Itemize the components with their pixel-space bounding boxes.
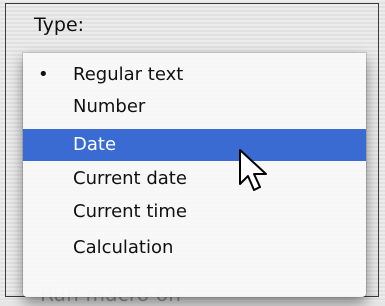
menu-item-label: Calculation bbox=[73, 237, 174, 258]
dialog-panel: Type: Run macro on • Regular text Number… bbox=[0, 0, 385, 306]
menu-item-label: Current date bbox=[73, 168, 187, 189]
menu-item-number[interactable]: Number bbox=[23, 91, 366, 123]
arrow-cursor-icon bbox=[239, 149, 267, 191]
menu-item-current-time[interactable]: Current time bbox=[23, 196, 366, 228]
menu-item-current-date[interactable]: Current date bbox=[23, 163, 366, 195]
menu-item-regular-text[interactable]: • Regular text bbox=[23, 59, 366, 91]
menu-item-calculation[interactable]: Calculation bbox=[23, 232, 366, 264]
menu-item-label: Current time bbox=[73, 201, 187, 222]
menu-item-date[interactable]: Date bbox=[23, 129, 366, 161]
type-popup-menu: • Regular text Number Date Current date … bbox=[23, 53, 366, 297]
checkmark-bullet-icon: • bbox=[38, 64, 49, 85]
menu-item-label: Date bbox=[73, 134, 117, 155]
menu-item-label: Regular text bbox=[73, 64, 184, 85]
type-label: Type: bbox=[34, 14, 85, 36]
menu-item-label: Number bbox=[73, 96, 146, 117]
